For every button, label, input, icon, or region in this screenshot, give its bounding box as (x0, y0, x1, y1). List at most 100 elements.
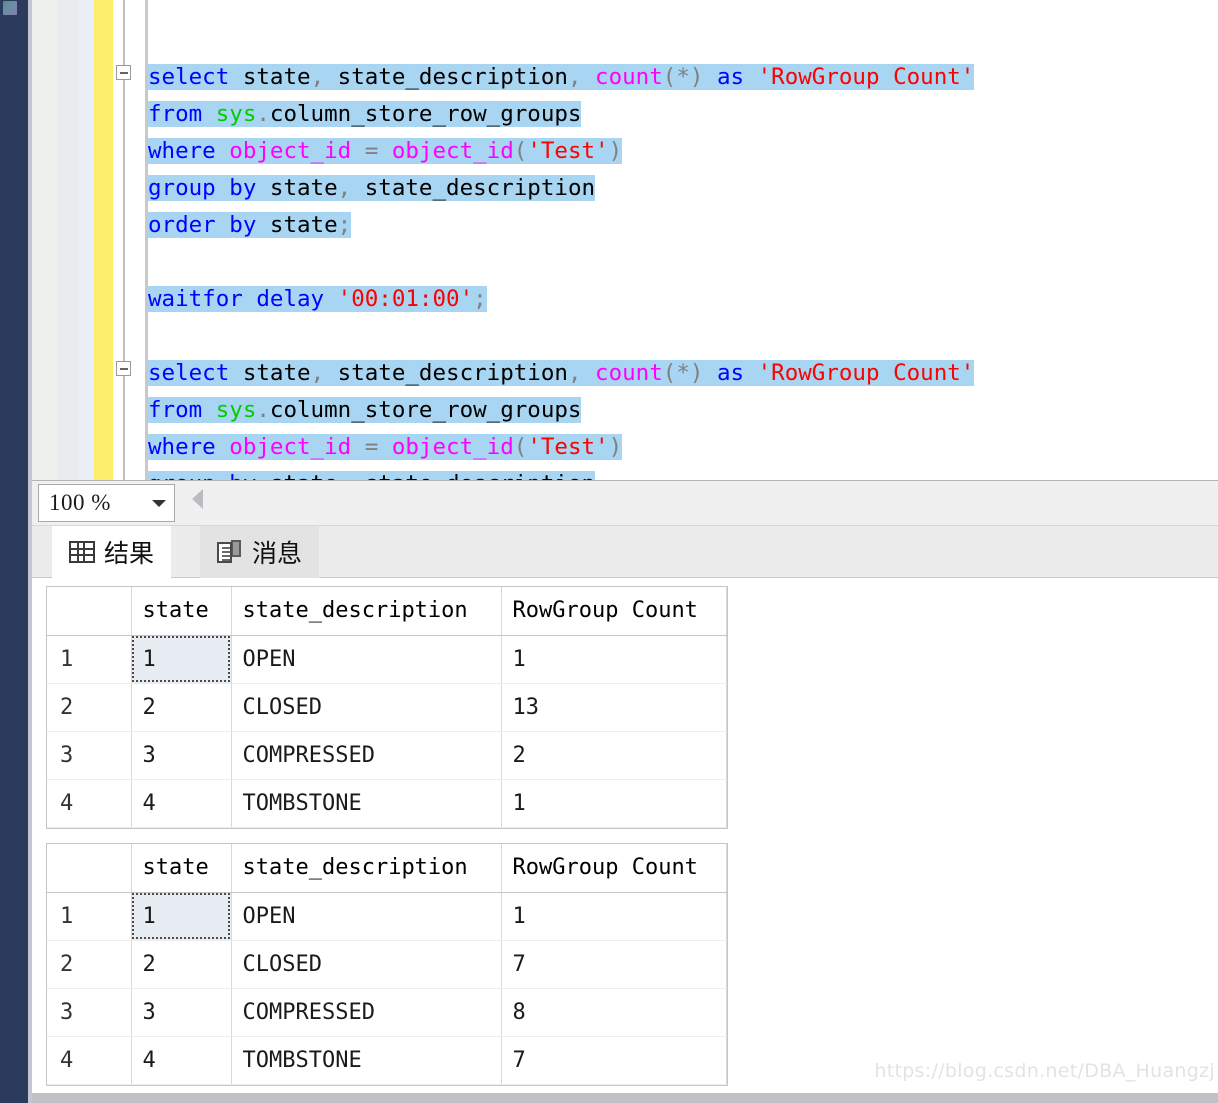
code-token: sys (215, 397, 257, 423)
grid-cell[interactable]: 2 (131, 683, 232, 732)
code-line[interactable]: where object_id = object_id('Test') (148, 133, 1218, 170)
grid-header-row: state state_description RowGroup Count (47, 844, 727, 893)
code-token: , (310, 64, 325, 90)
sql-editor[interactable]: select state, state_description, count(*… (32, 0, 1218, 487)
row-number-cell[interactable]: 4 (47, 1036, 132, 1085)
code-token: '00:01:00' (337, 286, 474, 312)
table-row[interactable]: 3 3 COMPRESSED 8 (47, 988, 727, 1037)
code-line[interactable]: from sys.column_store_row_groups (148, 96, 1218, 133)
code-line[interactable]: order by state; (148, 207, 1218, 244)
row-number-cell[interactable]: 2 (47, 683, 132, 732)
table-row[interactable]: 1 1 OPEN 1 (47, 892, 727, 941)
outline-collapse-toggle[interactable] (116, 361, 131, 376)
table-row[interactable]: 4 4 TOMBSTONE 7 (47, 1036, 727, 1085)
code-line[interactable]: select state, state_description, count(*… (148, 355, 1218, 392)
grid-cell[interactable]: 3 (131, 731, 232, 780)
row-number-cell[interactable]: 3 (47, 731, 132, 780)
outline-collapse-toggle[interactable] (116, 65, 131, 80)
table-row[interactable]: 2 2 CLOSED 13 (47, 683, 727, 732)
grid-header-row: state state_description RowGroup Count (47, 587, 727, 636)
watermark-text: https://blog.csdn.net/DBA_Huangzj (874, 1060, 1215, 1082)
code-line[interactable] (148, 22, 1218, 59)
code-line[interactable]: from sys.column_store_row_groups (148, 392, 1218, 429)
grid-cell[interactable]: COMPRESSED (231, 731, 502, 780)
table-row[interactable]: 3 3 COMPRESSED 2 (47, 731, 727, 780)
result-grid-1[interactable]: state state_description RowGroup Count 1 1 OP… (46, 586, 728, 829)
code-token (351, 138, 365, 164)
code-line[interactable] (148, 318, 1218, 355)
grid-cell[interactable]: 3 (131, 988, 232, 1037)
window-bottom-bar (32, 1093, 1218, 1103)
table-row[interactable]: 4 4 TOMBSTONE 1 (47, 779, 727, 828)
row-number-cell[interactable]: 4 (47, 779, 132, 828)
code-text-surface[interactable]: select state, state_description, count(*… (148, 0, 1218, 487)
grid-cell[interactable]: 1 (501, 892, 727, 941)
row-number-cell[interactable]: 1 (47, 635, 132, 684)
zoom-level-dropdown[interactable]: 100 % (38, 484, 175, 522)
grid-cell[interactable]: 1 (501, 779, 727, 828)
grid-cell[interactable]: OPEN (231, 892, 502, 941)
code-token (703, 64, 717, 90)
code-token (215, 175, 230, 201)
table-row[interactable]: 1 1 OPEN 1 (47, 635, 727, 684)
code-line[interactable] (148, 244, 1218, 281)
grid-cell[interactable]: 4 (131, 779, 232, 828)
grid-cell[interactable]: 1 (131, 635, 232, 684)
code-token: object_id (391, 434, 514, 460)
code-token: count (595, 360, 663, 386)
code-token: where (148, 138, 216, 164)
row-number-cell[interactable]: 2 (47, 940, 132, 989)
grid-cell[interactable]: CLOSED (231, 940, 502, 989)
code-token: order (148, 212, 216, 238)
row-number-cell[interactable]: 1 (47, 892, 132, 941)
editor-selection-margin[interactable] (58, 0, 79, 487)
grid-cell[interactable]: 7 (501, 1036, 727, 1085)
grid-cell[interactable]: CLOSED (231, 683, 502, 732)
tab-messages[interactable]: 消息 (200, 526, 320, 578)
column-header[interactable]: state_description (231, 844, 502, 893)
grid-cell[interactable]: 1 (131, 892, 232, 941)
grid-cell[interactable]: 2 (131, 940, 232, 989)
code-token (378, 434, 392, 460)
grid-table: state state_description RowGroup Count 1 1 OP… (47, 844, 727, 1085)
chevron-down-icon[interactable] (144, 499, 174, 507)
column-header[interactable]: state_description (231, 587, 502, 636)
code-token: from (148, 101, 203, 127)
table-row[interactable]: 2 2 CLOSED 7 (47, 940, 727, 989)
code-line[interactable]: select state, state_description, count(*… (148, 59, 1218, 96)
grid-cell[interactable]: 13 (501, 683, 727, 732)
grid-cell[interactable]: COMPRESSED (231, 988, 502, 1037)
triangle-left-icon[interactable] (192, 489, 203, 509)
code-token: ; (473, 286, 487, 312)
code-token (202, 101, 216, 127)
row-number-cell[interactable]: 3 (47, 988, 132, 1037)
column-header[interactable] (47, 844, 132, 893)
result-grid-2[interactable]: state state_description RowGroup Count 1 1 OP… (46, 843, 728, 1086)
column-header[interactable]: state (131, 587, 232, 636)
grid-cell[interactable]: 7 (501, 940, 727, 989)
code-token: 'Test' (527, 434, 609, 460)
tab-results[interactable]: 结果 (52, 526, 172, 578)
code-line[interactable]: waitfor delay '00:01:00'; (148, 281, 1218, 318)
grid-cell[interactable]: OPEN (231, 635, 502, 684)
grid-cell[interactable]: 4 (131, 1036, 232, 1085)
code-token (581, 360, 596, 386)
column-header[interactable]: RowGroup Count (501, 844, 727, 893)
column-header[interactable]: RowGroup Count (501, 587, 727, 636)
grid-cell[interactable]: TOMBSTONE (231, 779, 502, 828)
tab-messages-label: 消息 (252, 539, 303, 568)
grid-cell[interactable]: 1 (501, 635, 727, 684)
grid-cell[interactable]: 2 (501, 731, 727, 780)
grid-cell[interactable]: TOMBSTONE (231, 1036, 502, 1085)
code-token: sys (215, 101, 257, 127)
code-token: object_id (229, 138, 352, 164)
grid-cell[interactable]: 8 (501, 988, 727, 1037)
code-token (229, 64, 243, 90)
code-line[interactable]: where object_id = object_id('Test') (148, 429, 1218, 466)
column-header[interactable] (47, 587, 132, 636)
code-line[interactable]: group by state, state_description (148, 170, 1218, 207)
code-token (215, 212, 230, 238)
ssms-window: select state, state_description, count(*… (0, 0, 1218, 1103)
editor-gutter-pad (135, 0, 145, 487)
column-header[interactable]: state (131, 844, 232, 893)
